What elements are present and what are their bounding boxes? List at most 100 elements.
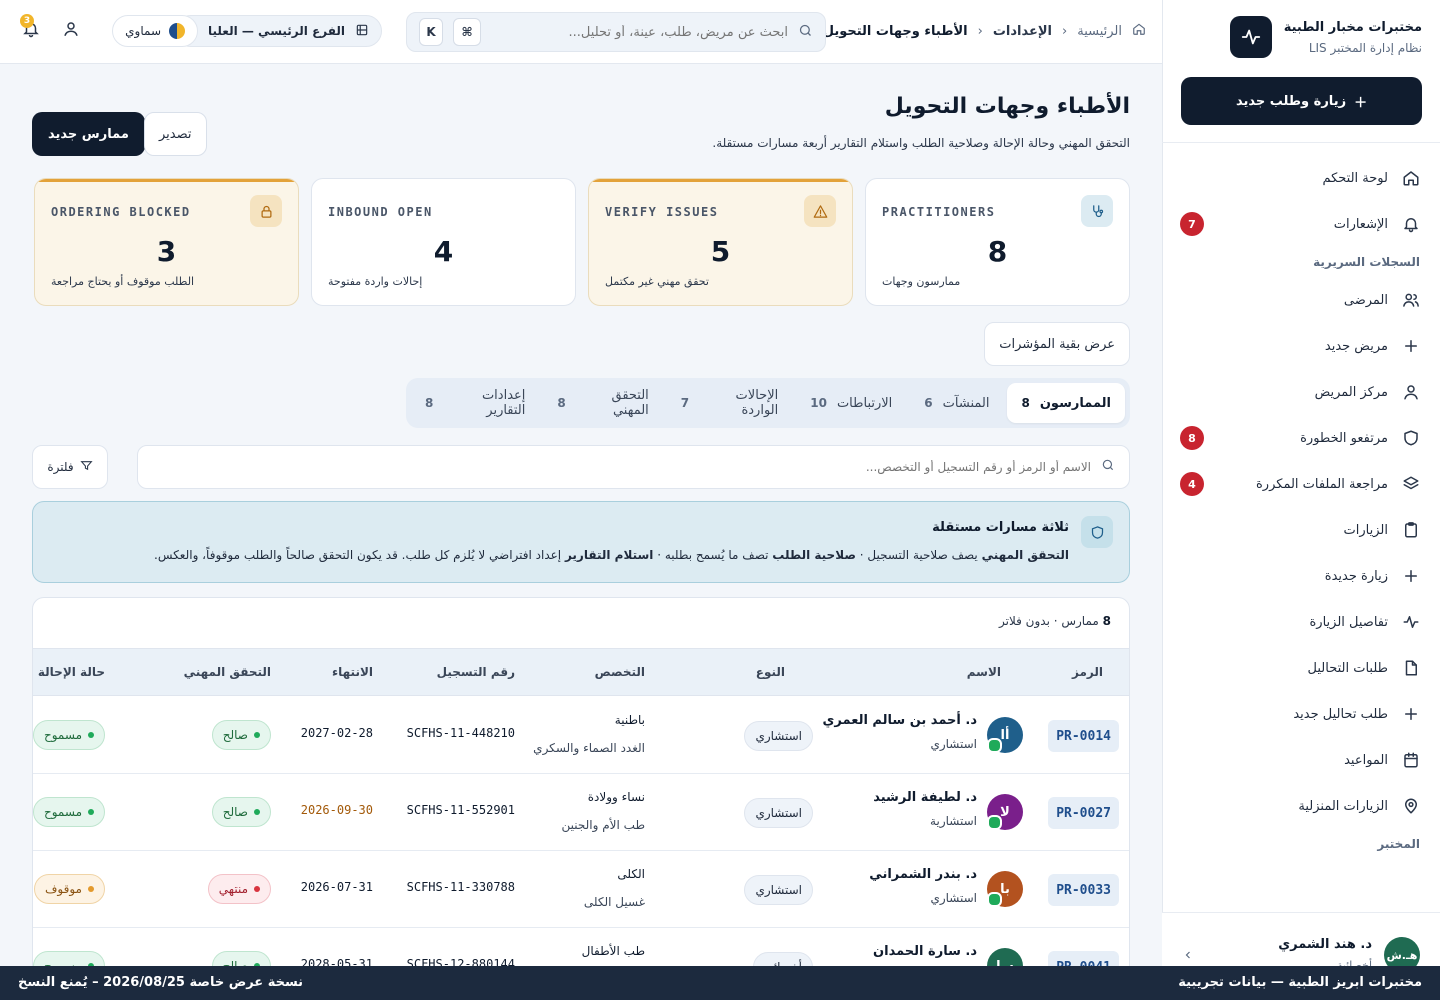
breadcrumb-home[interactable]: الرئيسية <box>1077 24 1122 39</box>
table-count: 8 <box>1102 614 1111 628</box>
home-icon <box>1132 22 1146 40</box>
file-icon <box>1402 659 1420 677</box>
warning-icon <box>804 195 836 227</box>
sidebar-item-5[interactable]: مركز المريض <box>1180 369 1420 415</box>
kpi-label: INBOUND OPEN <box>328 205 433 219</box>
sidebar-nav: لوحة التحكم الإشعارات 7 السجلات السريرية الم… <box>1180 155 1420 859</box>
shield-icon <box>1081 516 1113 548</box>
practitioner-name[interactable]: د. لطيفة الرشيد <box>873 790 977 805</box>
kpi-subtitle: تحقق مهني غير مكتمل <box>605 275 709 288</box>
tab-count: 6 <box>924 396 933 410</box>
bell-icon <box>1402 215 1420 233</box>
col-code[interactable]: الرمز <box>1072 665 1103 679</box>
sidebar-item-9[interactable]: زيارة جديدة <box>1180 553 1420 599</box>
tab-count: 8 <box>1021 396 1030 410</box>
breadcrumb-separator: ‹ <box>977 23 983 39</box>
brand[interactable]: مختبرات مخبار الطبية نظام إدارة المختبر … <box>1229 16 1422 58</box>
table-row[interactable]: PR-0027 لا د. لطيفة الرشيد استشارية استشاري ن… <box>33 774 1129 851</box>
col-referral[interactable]: حالة الإحالة <box>38 665 105 679</box>
sidebar-item-1[interactable]: الإشعارات 7 <box>1180 201 1420 247</box>
kpi-card-ordering-blocked[interactable]: ORDERING BLOCKED 3 الطلب موقوف أو يحتاج مر… <box>34 178 299 306</box>
chevron-left-icon[interactable] <box>1182 949 1194 965</box>
col-specialty[interactable]: التخصص <box>595 665 645 679</box>
plus-icon <box>1402 337 1420 355</box>
sidebar-item-10[interactable]: تفاصيل الزيارة <box>1180 599 1420 645</box>
sidebar-item-3[interactable]: المرضى <box>1180 277 1420 323</box>
tab-5[interactable]: إعدادات التقارير 8 <box>411 383 539 423</box>
show-more-indicators-button[interactable]: عرض بقية المؤشرات <box>984 322 1130 366</box>
practitioner-search[interactable] <box>137 445 1130 489</box>
table-header: الرمز الاسم النوع التخصص رقم التسجيل الا… <box>33 648 1129 696</box>
kpi-cards: PRACTITIONERS 8 ممارسون وجهات VERIFY ISSUES… <box>32 178 1130 306</box>
export-button[interactable]: تصدير <box>144 112 207 156</box>
sidebar-item-0[interactable]: لوحة التحكم <box>1180 155 1420 201</box>
notifications-button[interactable]: 3 <box>20 14 40 42</box>
col-name[interactable]: الاسم <box>967 665 1001 679</box>
sidebar-item-12[interactable]: طلب تحاليل جديد <box>1180 691 1420 737</box>
status-dot-icon <box>88 886 94 892</box>
plus-icon: ＋ <box>1354 95 1368 111</box>
tab-4[interactable]: التحقق المهني 8 <box>543 383 662 423</box>
sidebar-item-7[interactable]: مراجعة الملفات المكررة 4 <box>1180 461 1420 507</box>
home-icon <box>1402 169 1420 187</box>
registration-number: SCFHS-11-330788 <box>406 880 515 894</box>
col-type[interactable]: النوع <box>756 665 785 679</box>
global-search-input[interactable] <box>491 24 788 40</box>
sidebar-item-14[interactable]: الزيارات المنزلية <box>1180 783 1420 829</box>
branch-selector[interactable]: الفرع الرئيسي — العليا <box>175 15 382 47</box>
sidebar-item-label: طلب تحاليل جديد <box>1293 706 1388 722</box>
table-row[interactable]: PR-0014 أا د. أحمد بن سالم العمري استشاري اس… <box>33 697 1129 774</box>
tab-2[interactable]: الارتباطات 10 <box>796 383 906 423</box>
practitioner-search-input[interactable] <box>152 460 1091 474</box>
kpi-value: 3 <box>156 235 177 268</box>
search-icon <box>798 23 813 42</box>
nav-section-title: السجلات السريرية <box>1313 255 1420 269</box>
practitioner-name[interactable]: د. أحمد بن سالم العمري <box>823 713 977 728</box>
filter-button-label: فلترة <box>47 460 74 474</box>
shield-icon <box>1402 429 1420 447</box>
sidebar-item-11[interactable]: طلبات التحاليل <box>1180 645 1420 691</box>
new-visit-button[interactable]: ＋ زيارة وطلب جديد <box>1181 77 1422 125</box>
col-verification[interactable]: التحقق المهني <box>184 665 271 679</box>
col-registration[interactable]: رقم التسجيل <box>437 665 515 679</box>
theme-selector[interactable]: سماوي <box>112 15 198 47</box>
tab-label: إعدادات التقارير <box>481 388 526 418</box>
table-row[interactable]: PR-0033 با د. بندر الشمراني استشاري استشاري ا… <box>33 851 1129 928</box>
practitioner-code[interactable]: PR-0033 <box>1048 874 1119 906</box>
lock-icon <box>250 195 282 227</box>
tab-label: التحقق المهني <box>611 388 649 418</box>
kpi-card-inbound-open[interactable]: INBOUND OPEN 4 إحالات واردة مفتوحة <box>311 178 576 306</box>
sidebar-item-13[interactable]: المواعيد <box>1180 737 1420 783</box>
verification-status-label: صالح <box>222 728 248 742</box>
sidebar-item-label: تفاصيل الزيارة <box>1309 614 1388 630</box>
layers-icon <box>1402 475 1420 493</box>
sidebar-item-label: الزيارات المنزلية <box>1298 798 1388 814</box>
banner-text-3: إعداد افتراضي لا يُلزم كل طلب. قد يكون ا… <box>154 548 565 562</box>
sidebar-item-6[interactable]: مرتفعو الخطورة 8 <box>1180 415 1420 461</box>
page-subtitle: التحقق المهني وحالة الإحالة وصلاحية الطل… <box>712 136 1130 150</box>
filter-button[interactable]: فلترة <box>32 445 108 489</box>
col-expiry[interactable]: الانتهاء <box>332 665 373 679</box>
filter-icon <box>80 459 93 475</box>
kpi-card-practitioners[interactable]: PRACTITIONERS 8 ممارسون وجهات <box>865 178 1130 306</box>
breadcrumb-settings[interactable]: الإعدادات <box>993 24 1052 39</box>
practitioner-code[interactable]: PR-0027 <box>1048 797 1119 829</box>
global-search[interactable]: ⌘ K <box>406 12 826 52</box>
practitioner-name[interactable]: د. بندر الشمراني <box>869 867 977 882</box>
sidebar-item-8[interactable]: الزيارات <box>1180 507 1420 553</box>
users-icon <box>1402 291 1420 309</box>
practitioners-table: 8 ممارس · بدون فلاتر الرمز الاسم النوع ا… <box>32 597 1130 977</box>
tab-1[interactable]: المنشآت 6 <box>910 383 1003 423</box>
tab-label: الإحالات الواردة <box>735 388 779 418</box>
practitioner-name[interactable]: د. سارة الحمدان <box>873 944 977 959</box>
new-practitioner-button[interactable]: ممارس جديد <box>32 112 145 156</box>
practitioner-code[interactable]: PR-0014 <box>1048 720 1119 752</box>
kpi-card-verify-issues[interactable]: VERIFY ISSUES 5 تحقق مهني غير مكتمل <box>588 178 853 306</box>
tab-3[interactable]: الإحالات الواردة 7 <box>667 383 792 423</box>
type-badge: استشاري <box>744 875 813 905</box>
tab-0[interactable]: الممارسون 8 <box>1007 383 1125 423</box>
kpi-value: 5 <box>710 235 731 268</box>
tab-label: الارتباطات <box>836 395 893 411</box>
sidebar-item-4[interactable]: مريض جديد <box>1180 323 1420 369</box>
user-icon[interactable] <box>62 20 80 42</box>
